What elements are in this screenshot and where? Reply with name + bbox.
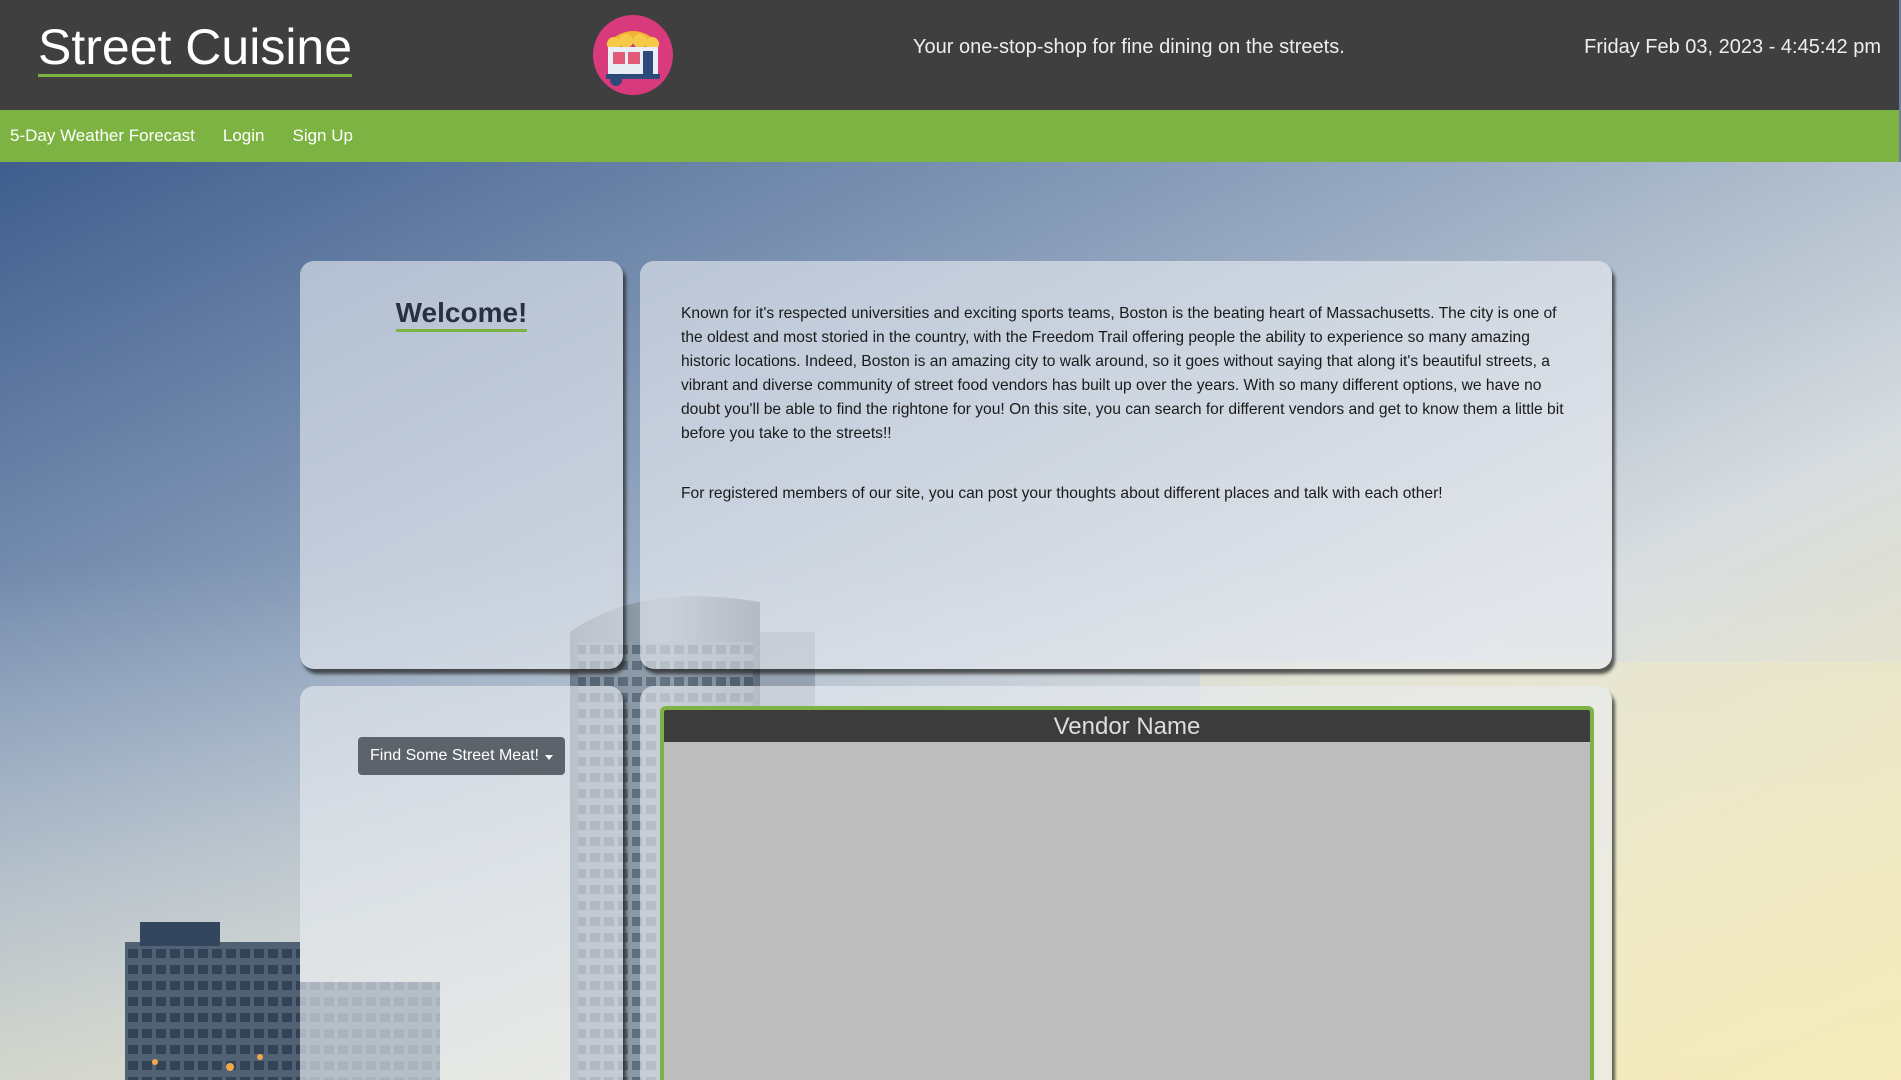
- nav-login-link[interactable]: Login: [223, 126, 265, 146]
- find-street-meat-dropdown-button[interactable]: Find Some Street Meat!: [358, 737, 565, 775]
- search-panel: Find Some Street Meat!: [300, 686, 623, 1080]
- nav-signup-link[interactable]: Sign Up: [292, 126, 352, 146]
- about-text: Known for it's respected universities an…: [681, 302, 1573, 506]
- food-cart-icon: [592, 14, 674, 96]
- about-paragraph-2: For registered members of our site, you …: [681, 485, 1443, 502]
- welcome-panel: Welcome!: [300, 261, 623, 669]
- welcome-heading-text: Welcome!: [395, 297, 528, 332]
- about-panel: Known for it's respected universities an…: [640, 261, 1612, 669]
- site-header: Street Cuisine Your one-stop-shop for fi…: [0, 0, 1899, 110]
- current-datetime: Friday Feb 03, 2023 - 4:45:42 pm: [1584, 36, 1881, 58]
- welcome-heading: Welcome!: [300, 297, 623, 332]
- site-tagline: Your one-stop-shop for fine dining on th…: [913, 36, 1345, 58]
- main-nav: 5-Day Weather Forecast Login Sign Up: [0, 110, 1899, 162]
- dropdown-button-label: Find Some Street Meat!: [370, 747, 539, 764]
- vendor-name-heading: Vendor Name: [664, 710, 1590, 742]
- nav-weather-forecast-link[interactable]: 5-Day Weather Forecast: [10, 126, 195, 146]
- vendor-panel: Vendor Name: [640, 686, 1612, 1080]
- about-paragraph-1: Known for it's respected universities an…: [681, 305, 1564, 442]
- site-title-link[interactable]: Street Cuisine: [38, 20, 353, 77]
- vendor-card: Vendor Name: [660, 706, 1594, 1080]
- caret-down-icon: [544, 754, 553, 760]
